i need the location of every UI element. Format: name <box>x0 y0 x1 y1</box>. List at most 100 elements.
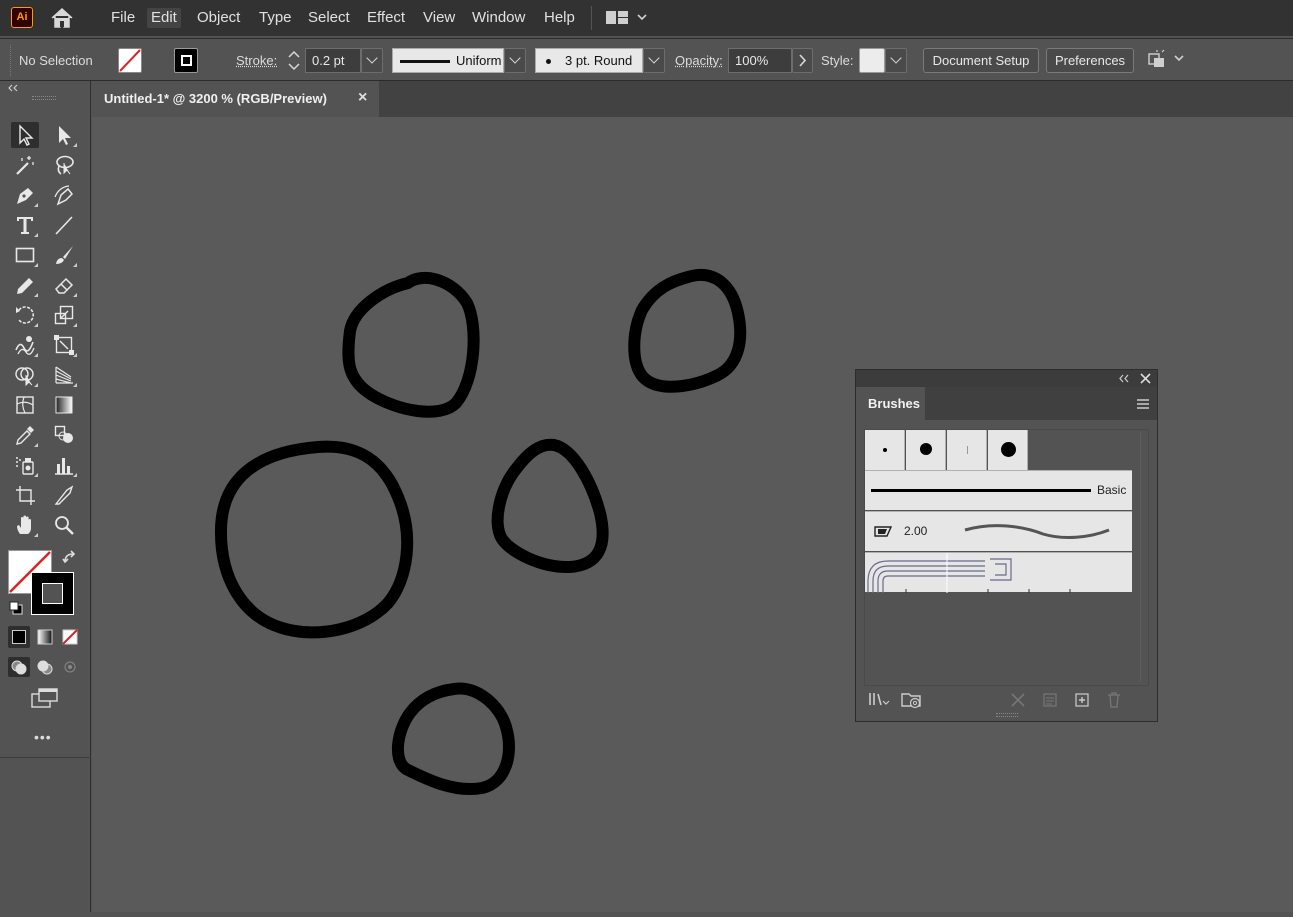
type-tool[interactable] <box>11 212 39 238</box>
arrange-documents-button[interactable] <box>605 9 651 27</box>
brush-row-calligraphic[interactable]: 2.00 <box>865 511 1132 551</box>
remove-brush-stroke-icon[interactable] <box>1010 692 1026 708</box>
panel-menu-icon[interactable] <box>1136 398 1150 410</box>
gradient-mode-button[interactable] <box>34 626 56 648</box>
graphic-style-dropdown[interactable] <box>885 48 907 73</box>
brush-swatch-medium-dot[interactable] <box>906 430 946 470</box>
panel-resize-grip[interactable] <box>996 713 1018 717</box>
draw-behind-button[interactable] <box>34 657 56 677</box>
hand-tool[interactable] <box>11 512 39 538</box>
screen-mode-icon[interactable] <box>30 687 60 709</box>
stepper-arrows-icon <box>288 50 300 71</box>
brush-libraries-menu-icon[interactable] <box>868 691 890 709</box>
gradient-tool[interactable] <box>50 392 78 418</box>
warp-tool[interactable] <box>11 332 39 358</box>
brush-definition-dropdown[interactable] <box>643 48 665 73</box>
stroke-weight-input[interactable]: 0.2 pt <box>305 48 361 73</box>
zoom-tool[interactable] <box>50 512 78 538</box>
width-profile-dropdown[interactable] <box>504 48 526 73</box>
mesh-tool[interactable] <box>11 392 39 418</box>
brush-swatch-large-dot[interactable] <box>988 430 1028 470</box>
brush-definition-select[interactable]: 3 pt. Round <box>535 48 643 73</box>
menu-effect[interactable]: Effect <box>363 8 409 28</box>
stroke-weight-dropdown[interactable] <box>361 48 383 73</box>
slice-tool[interactable] <box>50 482 78 508</box>
document-tab[interactable]: Untitled-1* @ 3200 % (RGB/Preview) × <box>92 81 379 117</box>
new-brush-icon[interactable] <box>1074 692 1090 708</box>
direct-selection-tool[interactable] <box>50 122 78 148</box>
menu-help[interactable]: Help <box>540 8 579 28</box>
arrange-objects-button[interactable] <box>1146 49 1188 71</box>
stroke-swatch[interactable] <box>174 48 198 73</box>
menu-object[interactable]: Object <box>193 8 244 28</box>
stroke-color-swatch[interactable] <box>31 572 74 615</box>
curvature-tool[interactable] <box>50 182 78 208</box>
pencil-tool[interactable] <box>11 272 39 298</box>
home-icon[interactable] <box>49 6 75 30</box>
delete-brush-icon[interactable] <box>1106 691 1122 708</box>
lasso-tool[interactable] <box>50 152 78 178</box>
tools-panel-grip[interactable] <box>32 96 56 100</box>
variable-width-profile-select[interactable]: Uniform <box>392 48 504 73</box>
brush-swatch-small-dot[interactable] <box>865 430 905 470</box>
magic-wand-tool[interactable] <box>11 152 39 178</box>
scale-tool[interactable] <box>50 302 78 328</box>
brushes-tab[interactable]: Brushes <box>856 387 925 420</box>
collapse-panel-icon[interactable] <box>1118 374 1130 383</box>
brush-row-pattern[interactable] <box>865 552 1132 593</box>
paintbrush-tool[interactable] <box>50 242 78 268</box>
document-setup-button[interactable]: Document Setup <box>923 48 1039 73</box>
close-tab-icon[interactable]: × <box>358 81 367 115</box>
stroke-stepper[interactable] <box>285 48 303 73</box>
more-tools-button[interactable]: ••• <box>34 729 52 745</box>
column-graph-tool[interactable] <box>50 452 78 478</box>
flyout-indicator-icon <box>34 203 38 207</box>
pen-tool[interactable] <box>11 182 39 208</box>
brush-swatch-tiny-line[interactable] <box>947 430 987 470</box>
opacity-input[interactable]: 100% <box>728 48 792 73</box>
menu-file[interactable]: File <box>107 8 139 28</box>
eyedropper-tool[interactable] <box>11 422 39 448</box>
blend-tool[interactable] <box>50 422 78 448</box>
menu-edit[interactable]: Edit <box>147 8 181 28</box>
opacity-slider-button[interactable] <box>792 48 813 73</box>
fill-swatch[interactable] <box>118 48 142 73</box>
free-transform-tool[interactable] <box>50 332 78 358</box>
control-bar-grip[interactable] <box>10 45 13 76</box>
perspective-grid-tool[interactable] <box>50 362 78 388</box>
collapse-panel-icon[interactable] <box>7 84 19 92</box>
solid-color-icon <box>12 630 26 644</box>
draw-inside-button[interactable] <box>59 657 81 677</box>
eraser-tool[interactable] <box>50 272 78 298</box>
menu-view[interactable]: View <box>419 8 459 28</box>
magic-wand-icon <box>16 156 34 175</box>
brush-list-scrollbar[interactable] <box>1140 432 1141 682</box>
line-segment-tool[interactable] <box>50 212 78 238</box>
opacity-label[interactable]: Opacity: <box>675 53 723 68</box>
perspective-grid-icon <box>55 366 73 384</box>
shape-builder-tool[interactable] <box>11 362 39 388</box>
rectangle-tool[interactable] <box>11 242 39 268</box>
selection-tool[interactable] <box>11 122 39 148</box>
brushes-panel-titlebar[interactable] <box>856 370 1157 387</box>
none-mode-button[interactable] <box>59 626 81 648</box>
preferences-button[interactable]: Preferences <box>1046 48 1134 73</box>
menu-type[interactable]: Type <box>255 8 296 28</box>
swap-fill-stroke-icon[interactable] <box>62 550 78 566</box>
menu-window[interactable]: Window <box>468 8 529 28</box>
default-fill-stroke-icon[interactable] <box>8 600 24 616</box>
menu-select[interactable]: Select <box>304 8 354 28</box>
basic-brush-label: Basic <box>1097 483 1127 497</box>
draw-normal-button[interactable] <box>8 657 30 677</box>
eyedropper-icon <box>16 426 34 445</box>
rotate-tool[interactable] <box>11 302 39 328</box>
brush-row-basic[interactable]: Basic <box>865 470 1132 510</box>
close-panel-icon[interactable] <box>1140 373 1151 384</box>
brush-options-icon[interactable] <box>1042 692 1058 708</box>
artboard-tool[interactable] <box>11 482 39 508</box>
graphic-style-swatch[interactable] <box>859 48 885 73</box>
color-mode-button[interactable] <box>8 626 30 648</box>
libraries-panel-icon[interactable] <box>900 690 926 710</box>
symbol-sprayer-tool[interactable] <box>11 452 39 478</box>
stroke-label[interactable]: Stroke: <box>236 53 277 68</box>
